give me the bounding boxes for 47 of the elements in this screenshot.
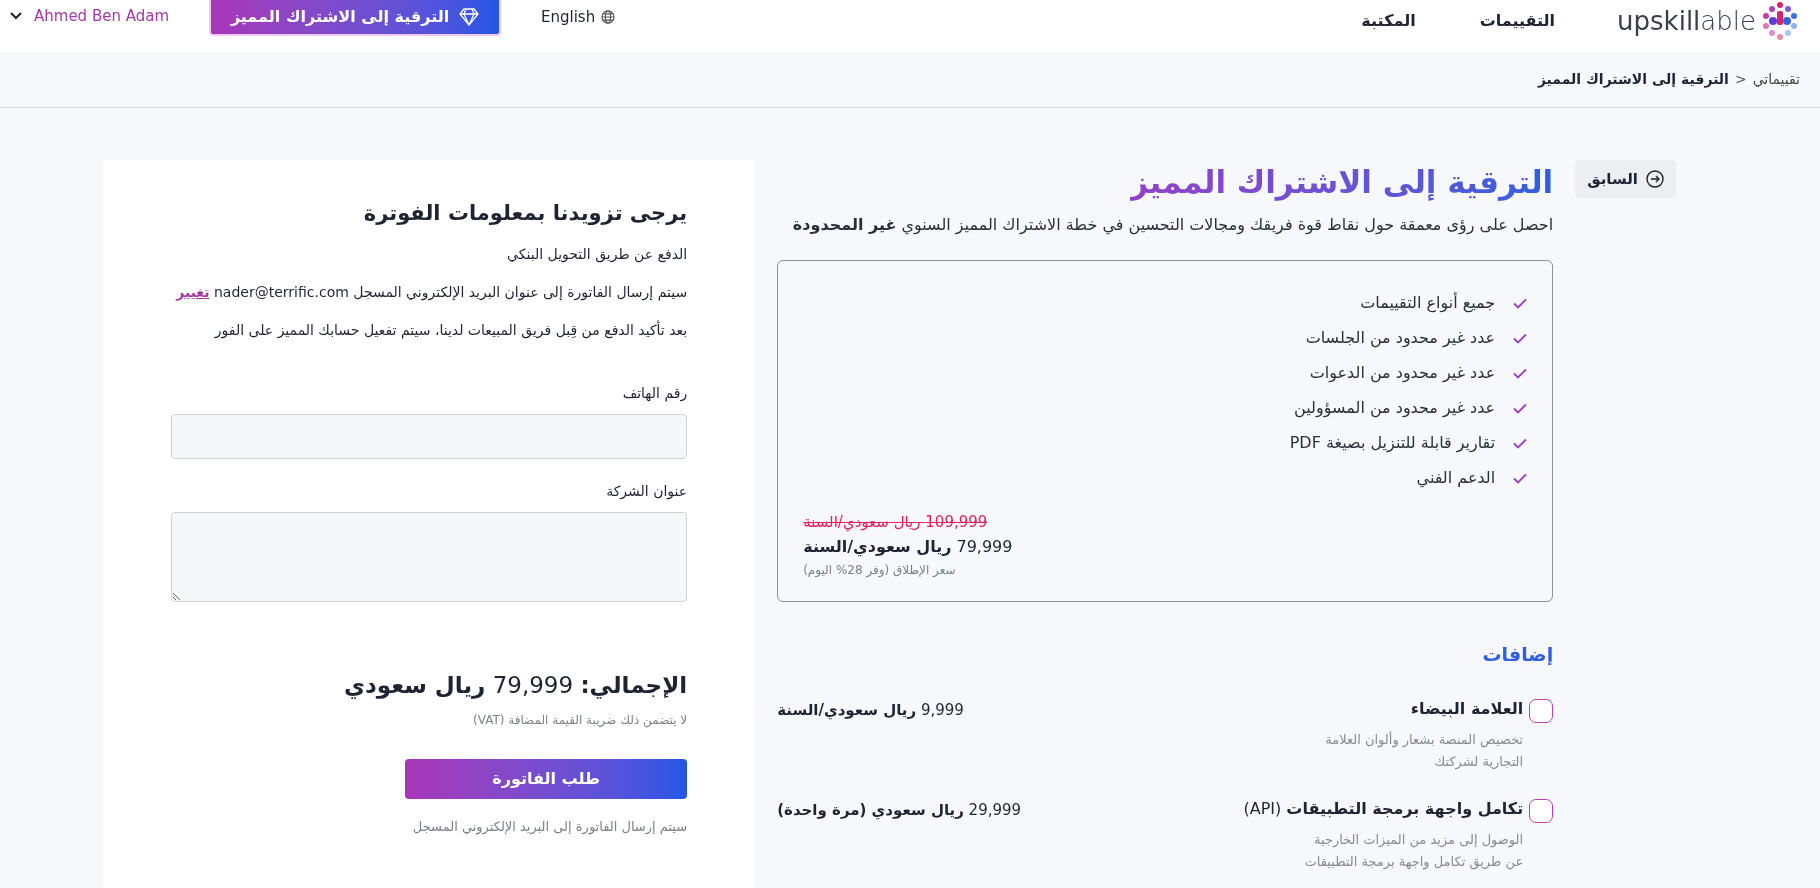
plan-description: احصل على رؤى معمقة حول نقاط قوة فريقك ومجالات التحسين في خطة الاشتراك المميز السنوي غير المحدودة xyxy=(791,214,1554,237)
globe-icon xyxy=(601,10,616,25)
addons-title: إضافات xyxy=(1481,642,1554,667)
activation-notice: بعد تأكيد الدفع من قِبل فريق المبيعات لدينا، سيتم تفعيل حسابك المميز على الفور xyxy=(213,319,688,341)
check-icon xyxy=(1513,297,1528,309)
payment-method: الدفع عن طريق التحويل البنكي xyxy=(506,245,688,265)
request-invoice-button[interactable]: طلب الفاتورة xyxy=(405,758,688,799)
diamond-icon xyxy=(459,8,480,26)
chevron-down-icon xyxy=(10,12,22,21)
phone-input[interactable] xyxy=(171,414,688,459)
feature-text: الدعم الفني xyxy=(1416,467,1496,490)
nav-link[interactable]: التقييمات xyxy=(1479,9,1556,33)
vat-note: لا يتضمن ذلك ضريبة القيمة المضافة (VAT) xyxy=(472,711,688,729)
addon-description: تخصيص المنصة بشعار وألوان العلامة التجارية لشركتك xyxy=(1324,730,1524,772)
change-link[interactable]: تغيير xyxy=(176,284,210,300)
feature-text: جميع أنواع التقييمات xyxy=(1360,291,1496,315)
upgrade-button[interactable]: الترقية إلى الاشتراك المميز xyxy=(209,0,501,36)
addon-checkbox[interactable] xyxy=(1529,698,1554,723)
footer-note: سيتم إرسال الفاتورة إلى البريد الإلكتروني المسجل xyxy=(411,817,688,836)
check-icon xyxy=(1513,472,1528,484)
field-label: رقم الهاتف xyxy=(621,384,688,404)
addon-description: الوصول إلى مزيد من الميزات الخارجية عن طريق تكامل واجهة برمجة التطبيقات xyxy=(1303,830,1524,872)
email-notice: سيتم إرسال الفاتورة إلى عنوان البريد الإلكتروني المسجل nader@terrific.com تغيير xyxy=(174,283,688,303)
breadcrumb-link[interactable]: تقييماتي xyxy=(1752,69,1800,90)
feature-text: عدد غير محدود من الجلسات xyxy=(1305,327,1496,350)
user-menu[interactable]: Ahmed Ben Adam xyxy=(10,5,169,28)
arrow-circle-icon xyxy=(1646,170,1664,188)
logo[interactable]: upskillable xyxy=(1617,1,1756,41)
back-button[interactable]: السابق xyxy=(1575,160,1676,198)
price-note: سعر الإطلاق (وفر 28% اليوم) xyxy=(803,562,956,579)
addon-checkbox[interactable] xyxy=(1529,798,1554,823)
breadcrumb-separator: > xyxy=(1734,70,1747,89)
billing-title: يرجى تزويدنا بمعلومات الفوترة xyxy=(362,200,688,227)
field-label: عنوان الشركة xyxy=(605,482,688,502)
feature-text: تقارير قابلة للتنزيل بصيغة PDF xyxy=(1289,432,1496,455)
check-icon xyxy=(1513,402,1528,414)
language-link[interactable]: English xyxy=(541,6,616,29)
breadcrumb-current[interactable]: الترقية إلى الاشتراك المميز xyxy=(1537,69,1729,90)
logo-icon xyxy=(1760,1,1800,41)
check-icon xyxy=(1513,437,1528,449)
feature-text: عدد غير محدود من المسؤولين xyxy=(1294,397,1496,420)
addon-title: العلامة البيضاء xyxy=(1409,697,1524,720)
check-icon xyxy=(1513,332,1528,344)
nav-link[interactable]: المكتبة xyxy=(1361,9,1416,33)
check-icon xyxy=(1513,367,1528,379)
old-price: 109,999 ريال سعودي/السنة xyxy=(803,511,988,533)
feature-text: عدد غير محدود من الدعوات xyxy=(1309,362,1496,385)
